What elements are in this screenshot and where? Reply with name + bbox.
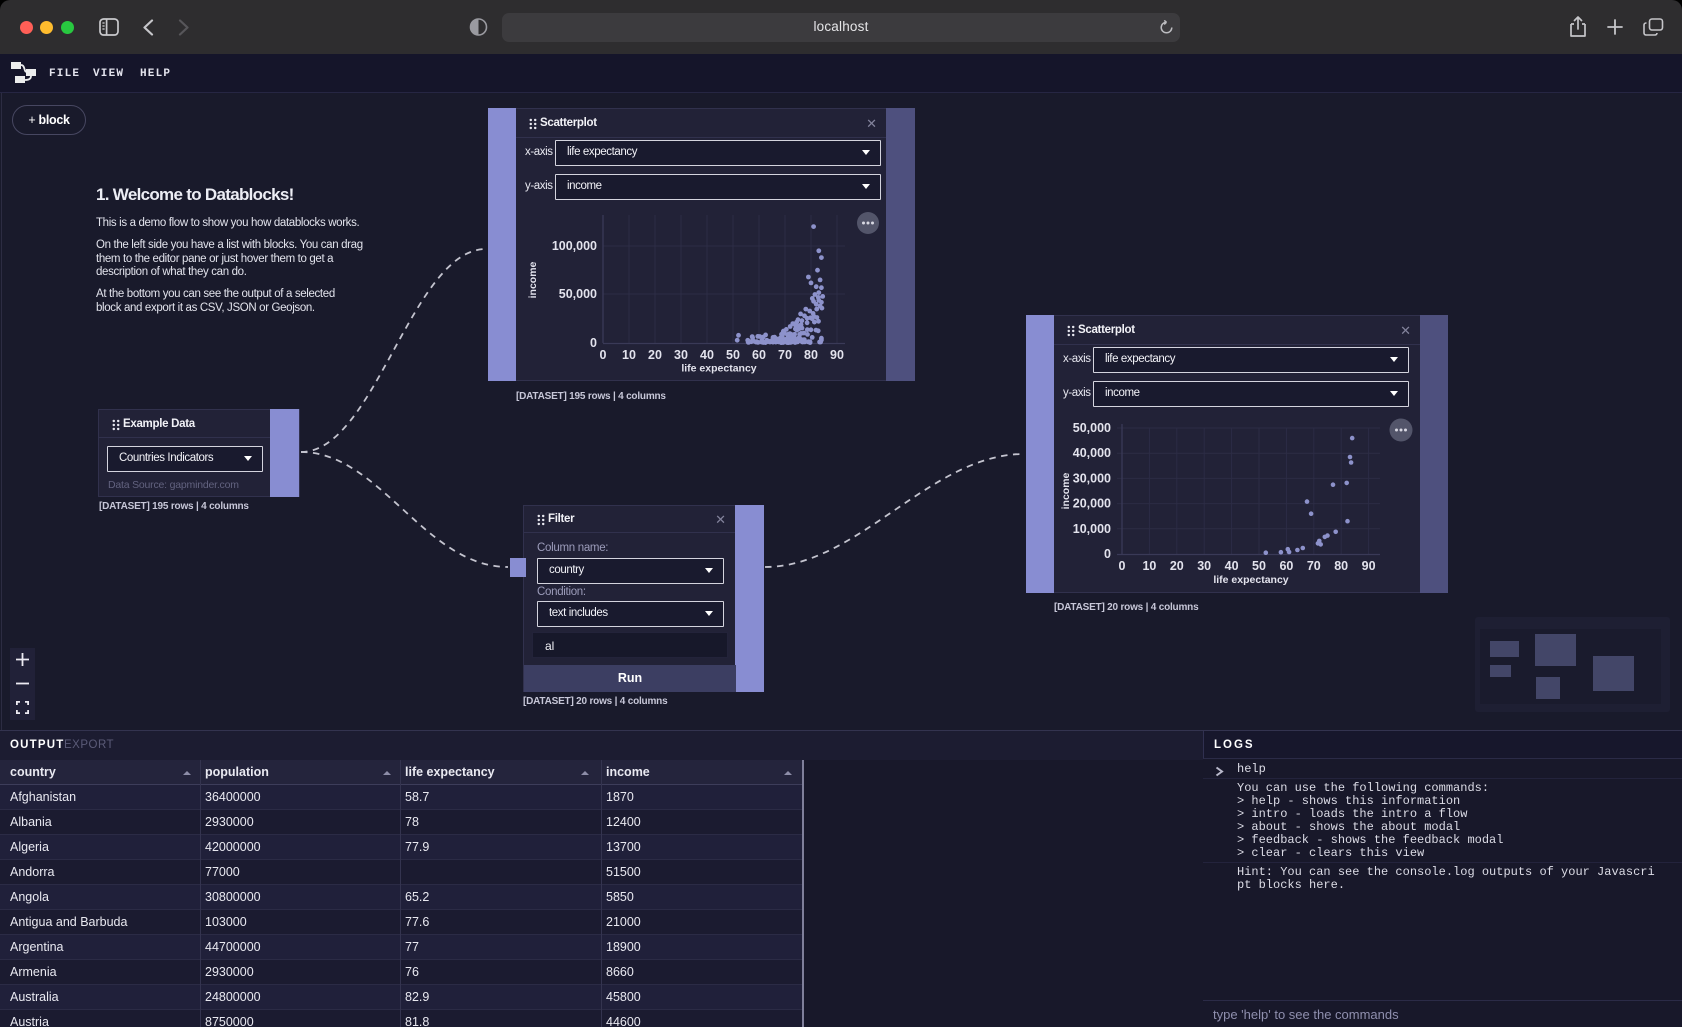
svg-text:40,000: 40,000: [1073, 446, 1111, 460]
svg-text:income: income: [1060, 472, 1072, 509]
svg-text:50: 50: [1252, 559, 1266, 573]
svg-text:20: 20: [648, 348, 662, 362]
svg-text:50,000: 50,000: [1073, 421, 1111, 435]
svg-text:0: 0: [590, 336, 597, 350]
svg-text:80: 80: [804, 348, 818, 362]
svg-text:90: 90: [1362, 559, 1376, 573]
svg-text:100,000: 100,000: [552, 239, 597, 253]
svg-text:30: 30: [674, 348, 688, 362]
svg-text:20,000: 20,000: [1073, 497, 1111, 511]
svg-text:10: 10: [622, 348, 636, 362]
svg-text:30: 30: [1197, 559, 1211, 573]
svg-text:30,000: 30,000: [1073, 471, 1111, 485]
svg-text:40: 40: [700, 348, 714, 362]
svg-text:60: 60: [1279, 559, 1293, 573]
svg-text:50,000: 50,000: [559, 287, 597, 301]
svg-text:life expectancy: life expectancy: [1213, 574, 1288, 586]
svg-text:60: 60: [752, 348, 766, 362]
svg-text:0: 0: [1119, 559, 1126, 573]
svg-text:10,000: 10,000: [1073, 522, 1111, 536]
svg-text:40: 40: [1225, 559, 1239, 573]
svg-text:20: 20: [1170, 559, 1184, 573]
svg-text:life expectancy: life expectancy: [681, 363, 756, 375]
svg-text:10: 10: [1142, 559, 1156, 573]
svg-text:0: 0: [1104, 547, 1111, 561]
svg-text:0: 0: [600, 348, 607, 362]
svg-text:70: 70: [1307, 559, 1321, 573]
svg-text:70: 70: [778, 348, 792, 362]
svg-text:80: 80: [1334, 559, 1348, 573]
svg-text:50: 50: [726, 348, 740, 362]
svg-text:income: income: [527, 261, 539, 298]
svg-text:90: 90: [830, 348, 844, 362]
